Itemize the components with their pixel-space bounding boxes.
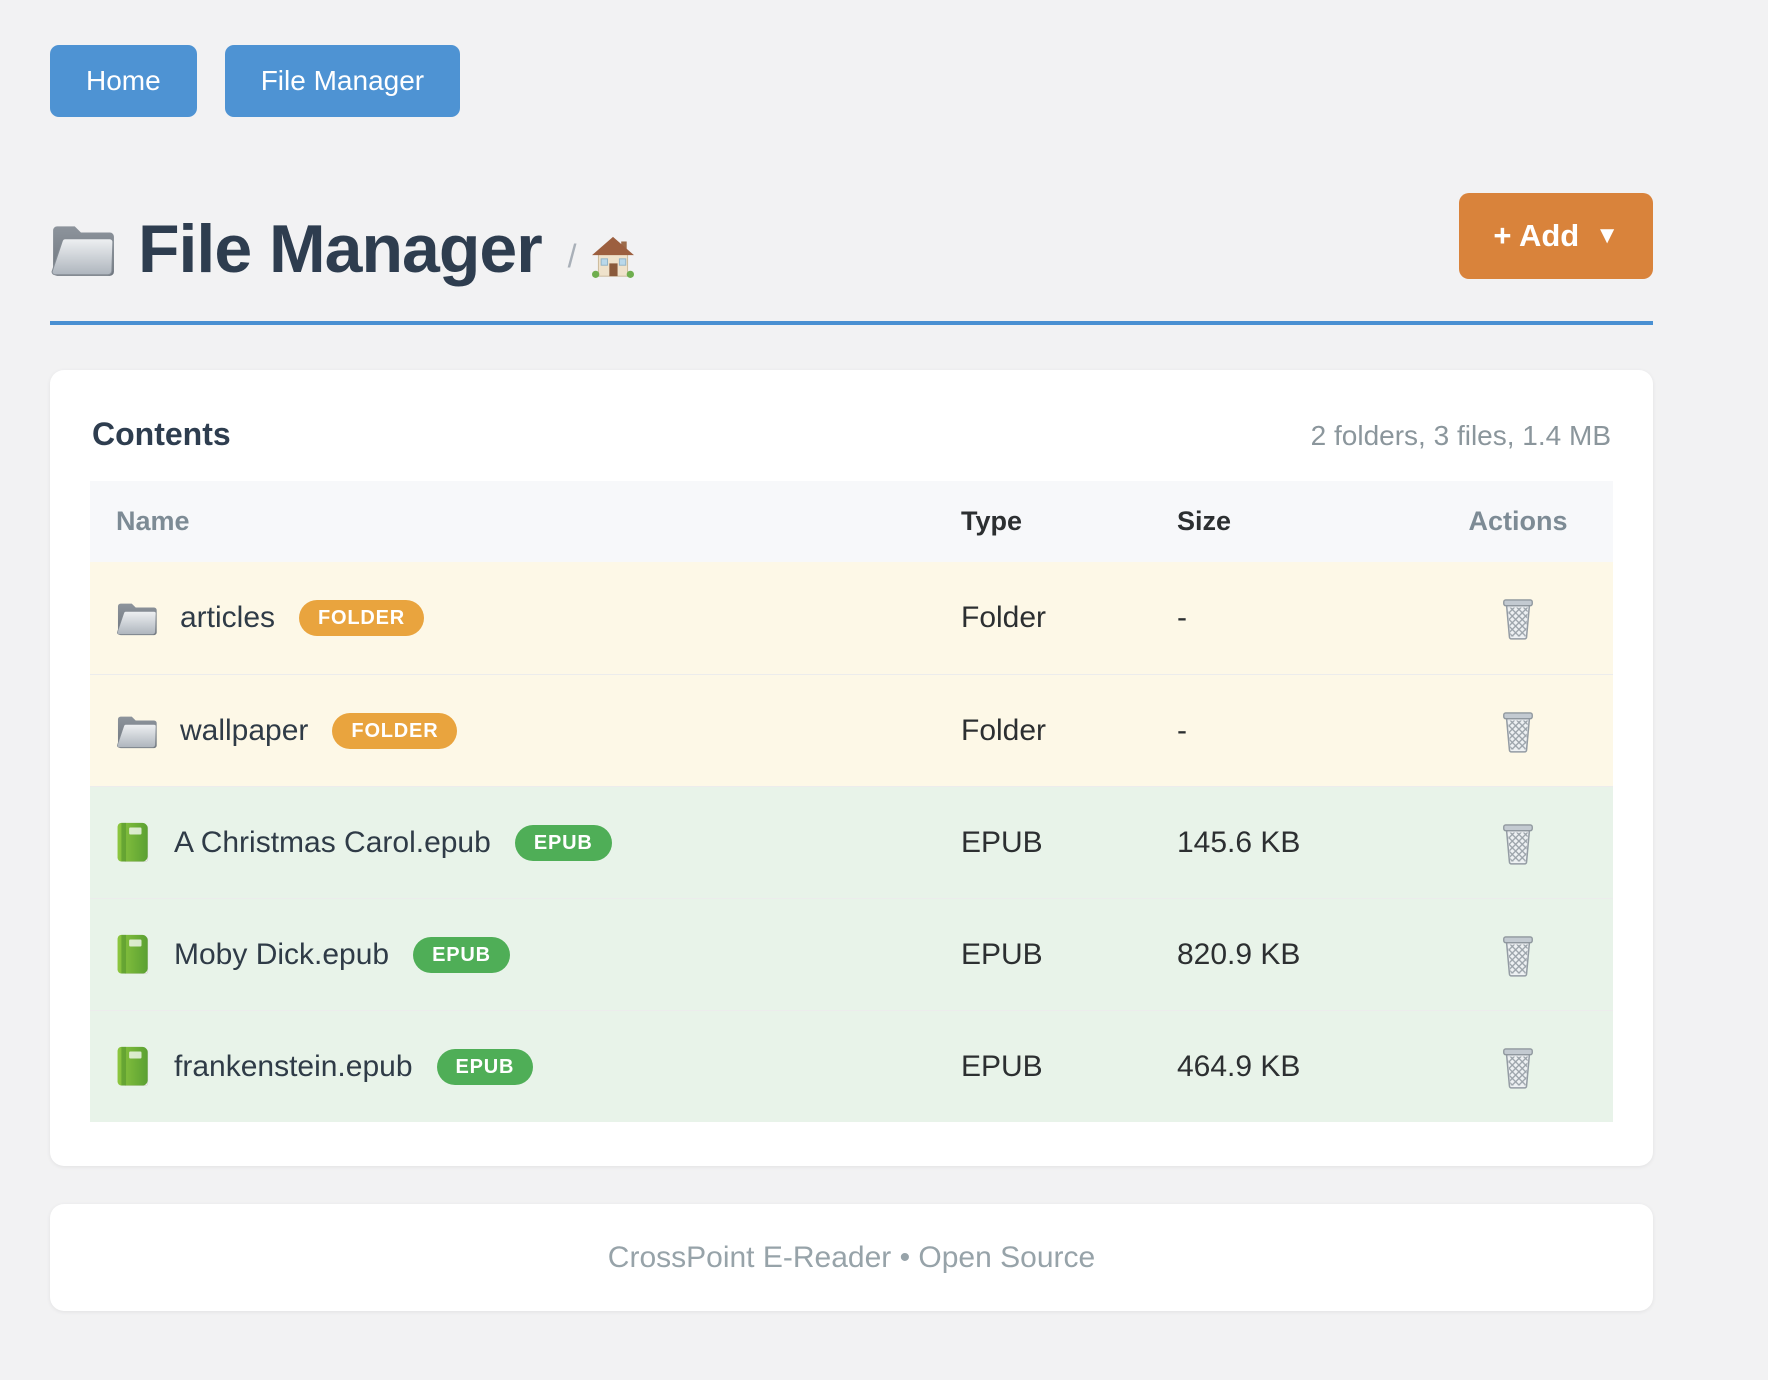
contents-card: Contents 2 folders, 3 files, 1.4 MB Name… xyxy=(50,370,1653,1166)
folder-icon xyxy=(50,220,116,278)
type-cell: EPUB xyxy=(961,1050,1177,1084)
file-manager-button[interactable]: File Manager xyxy=(225,45,460,117)
contents-summary: 2 folders, 3 files, 1.4 MB xyxy=(1311,420,1611,452)
column-header-name: Name xyxy=(90,506,961,537)
home-button[interactable]: Home xyxy=(50,45,197,117)
trash-icon xyxy=(1499,596,1537,640)
size-cell: - xyxy=(1177,714,1423,748)
folder-badge: FOLDER xyxy=(299,600,424,636)
delete-button[interactable] xyxy=(1499,596,1537,640)
column-header-size: Size xyxy=(1177,506,1423,537)
book-icon xyxy=(116,822,150,864)
column-header-actions: Actions xyxy=(1423,506,1613,537)
type-cell: EPUB xyxy=(961,938,1177,972)
type-cell: Folder xyxy=(961,601,1177,635)
add-button[interactable]: + Add ▼ xyxy=(1459,193,1653,279)
trash-icon xyxy=(1499,1045,1537,1089)
delete-button[interactable] xyxy=(1499,1045,1537,1089)
delete-button[interactable] xyxy=(1499,709,1537,753)
delete-button[interactable] xyxy=(1499,933,1537,977)
page-title: File Manager xyxy=(138,210,542,288)
chevron-down-icon: ▼ xyxy=(1595,222,1619,250)
file-name-link[interactable]: wallpaper xyxy=(180,714,308,748)
table-row[interactable]: A Christmas Carol.epub EPUB EPUB 145.6 K… xyxy=(90,786,1613,898)
table-row[interactable]: frankenstein.epub EPUB EPUB 464.9 KB xyxy=(90,1010,1613,1122)
file-name-link[interactable]: Moby Dick.epub xyxy=(174,938,389,972)
title-underline xyxy=(50,321,1653,325)
book-icon xyxy=(116,934,150,976)
house-icon[interactable] xyxy=(591,236,635,278)
size-cell: 820.9 KB xyxy=(1177,938,1423,972)
epub-badge: EPUB xyxy=(437,1049,534,1085)
epub-badge: EPUB xyxy=(413,937,510,973)
file-name-link[interactable]: A Christmas Carol.epub xyxy=(174,826,491,860)
folder-icon xyxy=(116,599,158,637)
file-name-link[interactable]: frankenstein.epub xyxy=(174,1050,413,1084)
trash-icon xyxy=(1499,821,1537,865)
size-cell: 464.9 KB xyxy=(1177,1050,1423,1084)
page-header: File Manager / + Add ▼ xyxy=(50,199,1653,299)
type-cell: EPUB xyxy=(961,826,1177,860)
epub-badge: EPUB xyxy=(515,825,612,861)
breadcrumb: / xyxy=(568,238,577,275)
trash-icon xyxy=(1499,709,1537,753)
top-nav: Home File Manager xyxy=(50,45,1653,117)
contents-heading: Contents xyxy=(92,416,231,453)
type-cell: Folder xyxy=(961,714,1177,748)
column-header-type: Type xyxy=(961,506,1177,537)
page: Home File Manager File Manager / + Add ▼… xyxy=(0,0,1703,1311)
folder-icon xyxy=(116,712,158,750)
file-table: Name Type Size Actions articles FOLDER F… xyxy=(90,481,1613,1122)
trash-icon xyxy=(1499,933,1537,977)
add-button-label: + Add xyxy=(1493,218,1579,254)
folder-badge: FOLDER xyxy=(332,713,457,749)
table-header: Name Type Size Actions xyxy=(90,481,1613,562)
footer-text: CrossPoint E-Reader • Open Source xyxy=(608,1241,1095,1275)
table-row[interactable]: wallpaper FOLDER Folder - xyxy=(90,674,1613,786)
footer: CrossPoint E-Reader • Open Source xyxy=(50,1204,1653,1311)
book-icon xyxy=(116,1046,150,1088)
delete-button[interactable] xyxy=(1499,821,1537,865)
size-cell: 145.6 KB xyxy=(1177,826,1423,860)
size-cell: - xyxy=(1177,601,1423,635)
table-row[interactable]: articles FOLDER Folder - xyxy=(90,562,1613,674)
file-name-link[interactable]: articles xyxy=(180,601,275,635)
table-row[interactable]: Moby Dick.epub EPUB EPUB 820.9 KB xyxy=(90,898,1613,1010)
